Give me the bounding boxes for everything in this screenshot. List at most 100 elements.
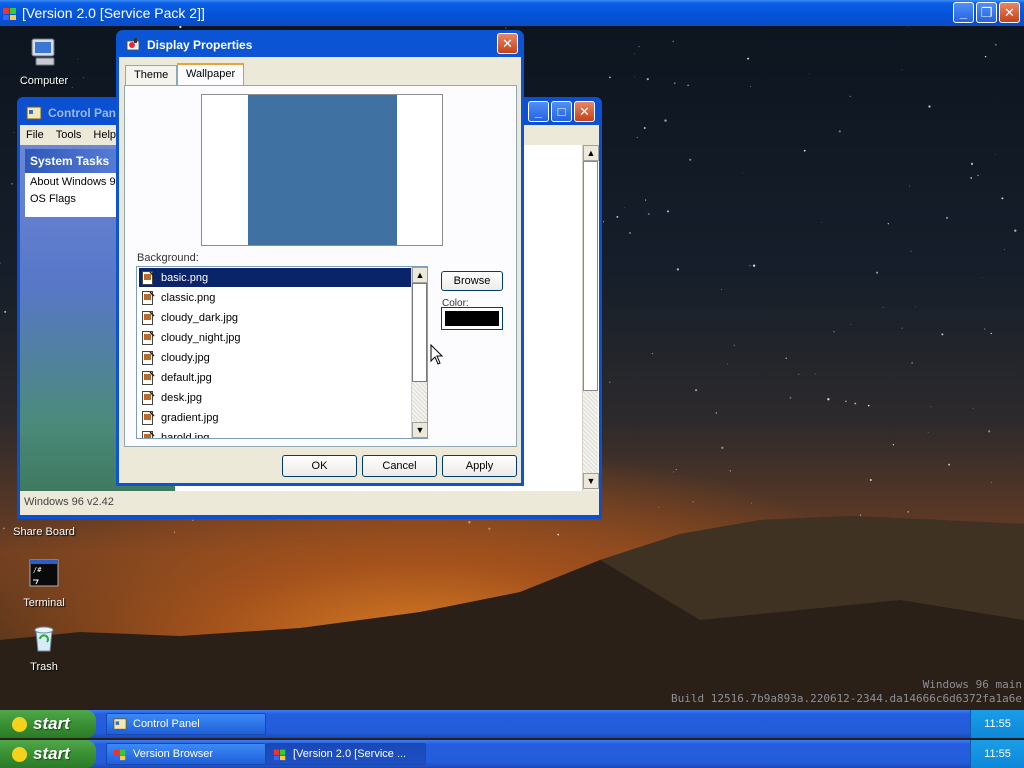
- file-list-item[interactable]: default.jpg: [139, 368, 411, 387]
- dialog-body: Theme Wallpaper Background: basic.png cla…: [119, 57, 521, 483]
- app-logo-icon: [3, 8, 16, 20]
- file-name: classic.png: [161, 291, 216, 304]
- clock[interactable]: 11:55: [984, 718, 1011, 730]
- start-button[interactable]: start: [0, 740, 96, 768]
- app-logo-icon: [273, 749, 286, 761]
- scroll-down-icon[interactable]: ▼: [412, 422, 427, 438]
- browse-button[interactable]: Browse: [441, 271, 503, 291]
- wallpaper-tab-panel: Background: basic.png classic.png cloudy_d…: [124, 85, 517, 447]
- control-panel-title: Control Panel: [48, 105, 127, 120]
- close-button[interactable]: ✕: [999, 2, 1020, 23]
- scroll-thumb[interactable]: [583, 161, 598, 391]
- scroll-down-icon[interactable]: ▼: [583, 473, 599, 489]
- ok-button[interactable]: OK: [282, 455, 357, 477]
- scroll-track[interactable]: [583, 391, 598, 473]
- tab-label: Wallpaper: [186, 68, 236, 80]
- tab-theme[interactable]: Theme: [125, 65, 178, 85]
- desktop-icon-label: Terminal: [23, 597, 65, 609]
- desktop-icon-label: Share Board: [13, 526, 75, 538]
- display-properties-icon: [126, 38, 140, 51]
- dialog-title: Display Properties: [147, 38, 253, 52]
- menu-tools[interactable]: Tools: [50, 129, 88, 141]
- control-panel-scrollbar[interactable]: ▲ ▼: [582, 145, 599, 491]
- scroll-up-icon[interactable]: ▲: [412, 267, 427, 283]
- minimize-button[interactable]: _: [953, 2, 974, 23]
- file-list-item[interactable]: cloudy_dark.jpg: [139, 308, 411, 327]
- menu-file[interactable]: File: [20, 129, 50, 141]
- file-name: harold.jpg: [161, 431, 210, 439]
- start-label: start: [33, 714, 70, 733]
- dialog-close-button[interactable]: ✕: [497, 33, 518, 54]
- tab-label: Theme: [134, 69, 169, 81]
- image-file-icon: [142, 410, 155, 425]
- cp-close-button[interactable]: ✕: [574, 101, 595, 122]
- task-link-about[interactable]: About Windows 96: [25, 173, 125, 190]
- terminal-icon: /#: [29, 559, 59, 587]
- file-name: cloudy_dark.jpg: [161, 311, 239, 324]
- apply-button[interactable]: Apply: [442, 455, 517, 477]
- control-panel-icon: [113, 718, 127, 730]
- close-icon: ✕: [579, 103, 590, 119]
- wallpaper-file-list[interactable]: basic.png classic.png cloudy_dark.jpgcloud…: [136, 266, 428, 439]
- file-list-item[interactable]: harold.jpg: [139, 428, 411, 439]
- close-icon: ✕: [1004, 4, 1015, 20]
- taskbar-item-version-browser[interactable]: Version Browser: [106, 743, 266, 765]
- close-icon: ✕: [502, 35, 513, 51]
- image-file-icon: [142, 430, 155, 438]
- clock[interactable]: 11:55: [984, 748, 1011, 760]
- cp-minimize-button[interactable]: _: [528, 101, 549, 122]
- wallpaper-preview-image: [248, 95, 397, 245]
- taskbar-item-label: Control Panel: [133, 718, 200, 730]
- system-tray: 11:55: [970, 740, 1024, 768]
- start-label: start: [33, 744, 70, 763]
- status-text: Windows 96 v2.42: [24, 496, 114, 508]
- desktop-icon-computer[interactable]: Computer: [4, 36, 84, 87]
- taskbar-item-control-panel[interactable]: Control Panel: [106, 713, 266, 735]
- image-file-icon: [142, 390, 155, 405]
- image-file-icon: [142, 350, 155, 365]
- top-window-titlebar[interactable]: [Version 2.0 [Service Pack 2]] _ ❐ ✕: [0, 0, 1024, 26]
- scroll-track[interactable]: [412, 382, 427, 422]
- file-list-item[interactable]: cloudy_night.jpg: [139, 328, 411, 347]
- display-properties-dialog[interactable]: Display Properties ✕ Theme Wallpaper Bac…: [116, 30, 524, 486]
- desktop-icon-trash[interactable]: Trash: [4, 622, 84, 673]
- image-file-icon: [142, 290, 155, 305]
- desktop-icon-terminal[interactable]: /# Terminal: [4, 558, 84, 609]
- smiley-icon: [12, 716, 27, 732]
- trash-icon: [34, 626, 54, 652]
- tab-wallpaper[interactable]: Wallpaper: [177, 63, 245, 86]
- file-name: desk.jpg: [161, 391, 202, 404]
- task-link-os-flags[interactable]: OS Flags: [25, 190, 125, 207]
- taskbar-lower: start Version Browser [Version 2.0 [Serv…: [0, 740, 1024, 768]
- file-list-item[interactable]: basic.png: [139, 268, 411, 287]
- cp-maximize-button[interactable]: □: [551, 101, 572, 122]
- taskbar-upper: start Control Panel 11:55: [0, 710, 1024, 738]
- display-properties-titlebar[interactable]: Display Properties ✕: [119, 33, 521, 57]
- file-list-item[interactable]: desk.jpg: [139, 388, 411, 407]
- control-panel-icon: [26, 106, 42, 119]
- image-file-icon: [142, 310, 155, 325]
- taskbar-item-version-window[interactable]: [Version 2.0 [Service ...: [266, 743, 426, 765]
- image-file-icon: [142, 270, 155, 285]
- minimize-icon: _: [959, 5, 968, 20]
- top-window-title: [Version 2.0 [Service Pack 2]]: [22, 5, 205, 21]
- taskbar-item-label: Version Browser: [133, 748, 214, 760]
- cancel-button[interactable]: Cancel: [362, 455, 437, 477]
- system-tray: 11:55: [970, 710, 1024, 738]
- scroll-up-icon[interactable]: ▲: [583, 145, 599, 161]
- wallpaper-preview: [201, 94, 443, 246]
- file-list-item[interactable]: classic.png: [139, 288, 411, 307]
- start-button[interactable]: start: [0, 710, 96, 738]
- color-swatch: [445, 311, 499, 326]
- desktop-icon-label: Trash: [30, 661, 58, 673]
- computer-icon: [31, 38, 55, 66]
- file-name: basic.png: [161, 271, 209, 284]
- file-list-item[interactable]: cloudy.jpg: [139, 348, 411, 367]
- scroll-thumb[interactable]: [412, 283, 427, 382]
- mouse-cursor-icon: [430, 344, 444, 365]
- file-list-scrollbar[interactable]: ▲ ▼: [411, 267, 427, 438]
- restore-button[interactable]: ❐: [976, 2, 997, 23]
- system-tasks-heading: System Tasks: [25, 149, 125, 173]
- file-list-item[interactable]: gradient.jpg: [139, 408, 411, 427]
- color-picker-button[interactable]: [441, 307, 503, 330]
